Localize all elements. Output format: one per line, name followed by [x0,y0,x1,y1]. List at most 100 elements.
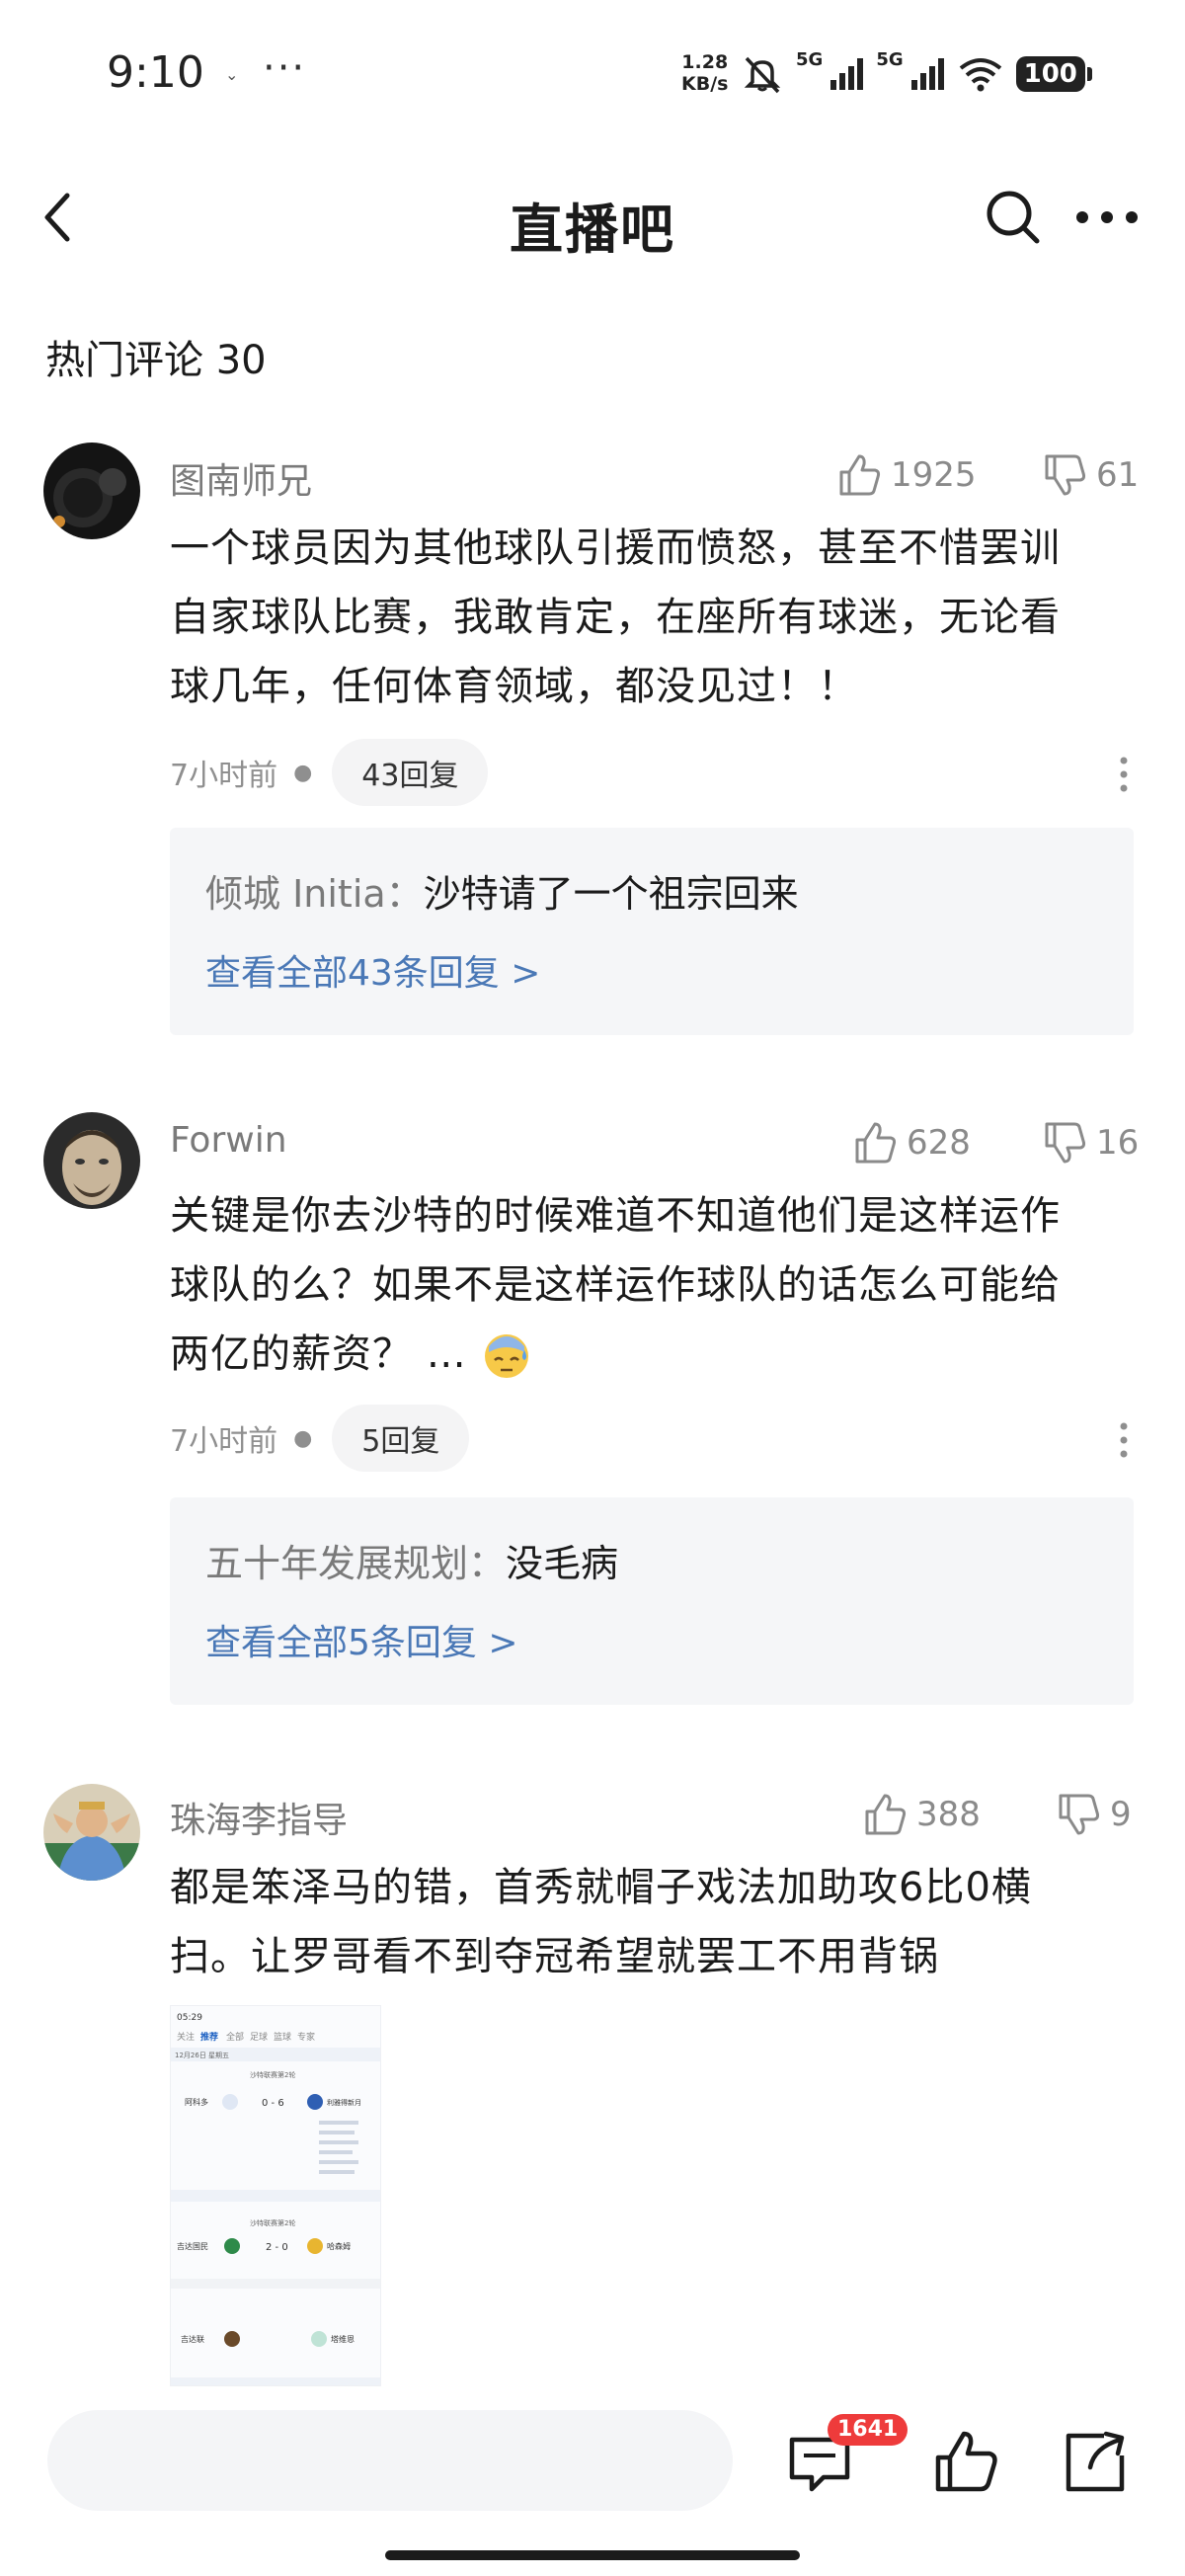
reply-preview[interactable]: 五十年发展规划：没毛病 查看全部5条回复 > [170,1497,1134,1705]
like-button[interactable]: 1925 [837,452,977,498]
comment-more-icon[interactable] [1112,1420,1136,1460]
comment-count-badge: 1641 [828,2414,908,2446]
signal-2-label: 5G [876,49,904,70]
reply-line: 五十年发展规划：没毛病 [205,1533,618,1587]
status-icons: 5G 5G 100 [741,49,1092,99]
avatar[interactable] [43,443,140,539]
comment-meta: 7小时前 ● 5回复 [170,1405,470,1472]
home-indicator [385,2550,800,2560]
sweat-emoji-icon [484,1334,528,1378]
signal-1-label: 5G [796,49,824,70]
thumbs-up-icon [855,1122,897,1164]
comment-input[interactable] [47,2410,733,2511]
username[interactable]: 图南师兄 [170,452,312,504]
like-count: 1925 [891,455,977,495]
net-speed-value: 1.28 [681,51,729,73]
bottom-bar: 1641 [0,2390,1185,2576]
comment-text: 都是笨泽马的错，首秀就帽子戏法加助攻6比0横 扫。让罗哥看不到夺冠希望就罢工不用… [170,1853,1138,1991]
signal-1-icon [830,58,864,90]
dislike-button[interactable]: 61 [1043,452,1139,498]
username[interactable]: Forwin [170,1120,287,1161]
svg-text:关注: 关注 [177,2031,195,2043]
svg-text:塔维恩: 塔维恩 [331,2334,355,2344]
thumbs-up-icon [839,454,881,496]
more-icon[interactable] [1072,198,1142,237]
notification-icon: ⌄ [225,65,239,84]
reply-author: 五十年发展规划： [205,1542,507,1585]
status-more-dots: ··· [263,45,307,91]
like-icon[interactable] [930,2426,1001,2497]
svg-text:专家: 专家 [297,2031,315,2043]
comment-meta: 7小时前 ● 43回复 [170,739,489,806]
svg-text:哈森姆: 哈森姆 [327,2241,351,2251]
battery-level: 100 [1015,56,1085,92]
reply-line: 倾城 Initia：沙特请了一个祖宗回来 [205,863,799,918]
reply-text: 没毛病 [506,1542,619,1585]
comment-line: 都是笨泽马的错，首秀就帽子戏法加助攻6比0横 [170,1865,1032,1910]
like-count: 388 [916,1795,981,1834]
nav-bar: 直播吧 [0,168,1185,267]
status-bar: 9:10 ⌄ ··· 1.28 KB/s 5G 5G 100 [0,0,1185,148]
svg-text:吉达国民: 吉达国民 [177,2241,208,2251]
search-icon[interactable] [982,186,1045,249]
dislike-count: 16 [1096,1123,1140,1163]
avatar[interactable] [43,1112,140,1209]
reply-text: 沙特请了一个祖宗回来 [423,872,799,916]
svg-text:0 - 6: 0 - 6 [262,2098,284,2109]
wifi-icon [959,58,1001,92]
avatar[interactable] [43,1784,140,1881]
net-speed: 1.28 KB/s [681,51,728,95]
share-icon[interactable] [1061,2426,1132,2497]
thumbs-down-icon [1059,1794,1100,1835]
section-title: 热门评论 30 [45,338,267,383]
thumbnail-content: 05:29 关注 推荐 全部 足球 篮球 专家 12月26日 星期五 沙特联赛第… [171,2013,380,2385]
svg-text:沙特联赛第2轮: 沙特联赛第2轮 [250,2070,295,2079]
dislike-button[interactable]: 9 [1057,1792,1132,1837]
comment-line: 扫。让罗哥看不到夺冠希望就罢工不用背锅 [170,1934,939,1979]
comment-line: 自家球队比赛，我敢肯定，在座所有球迷，无论看 [170,595,1061,640]
thumbs-down-icon [1045,1122,1086,1164]
net-speed-unit: KB/s [681,73,729,95]
svg-text:2 - 0: 2 - 0 [266,2242,288,2253]
thumbs-down-icon [1045,454,1086,496]
comment-line: 一个球员因为其他球队引援而愤怒，甚至不惜罢训 [170,525,1061,571]
signal-2-icon [910,58,944,90]
comment-text: 关键是你去沙特的时候难道不知道他们是这样运作 球队的么？如果不是这样运作球队的话… [170,1181,1138,1389]
comment-time: 7小时前 [170,1424,278,1459]
username[interactable]: 珠海李指导 [170,1792,348,1843]
svg-text:推荐: 推荐 [200,2031,218,2043]
like-button[interactable]: 628 [853,1120,971,1166]
thumbnail-tabs: 关注 推荐 全部 足球 篮球 专家 [177,2031,315,2043]
comment-text: 一个球员因为其他球队引援而愤怒，甚至不惜罢训 自家球队比赛，我敢肯定，在座所有球… [170,514,1138,721]
view-all-replies-link[interactable]: 查看全部5条回复 > [205,1614,518,1665]
comment-line: 两亿的薪资？ … [170,1320,1138,1389]
svg-text:12月26日 星期五: 12月26日 星期五 [175,2052,229,2059]
like-count: 628 [907,1123,971,1163]
dislike-button[interactable]: 16 [1043,1120,1139,1166]
svg-text:全部: 全部 [226,2031,244,2043]
reply-count-button[interactable]: 43回复 [332,739,489,806]
dislike-count: 9 [1110,1795,1132,1834]
battery-icon: 100 [1015,56,1092,92]
comment-image-thumbnail[interactable]: 05:29 关注 推荐 全部 足球 篮球 专家 12月26日 星期五 沙特联赛第… [170,2005,381,2386]
svg-text:吉达联: 吉达联 [181,2334,204,2344]
svg-text:05:29: 05:29 [177,2013,202,2023]
comment-line: 球队的么？如果不是这样运作球队的话怎么可能给 [170,1262,1061,1308]
svg-text:阿科多: 阿科多 [185,2097,208,2107]
status-time: 9:10 [107,47,204,98]
dislike-count: 61 [1096,455,1140,495]
reply-preview[interactable]: 倾城 Initia：沙特请了一个祖宗回来 查看全部43条回复 > [170,828,1134,1035]
comment-line: 关键是你去沙特的时候难道不知道他们是这样运作 [170,1193,1061,1239]
mute-icon [744,56,781,94]
view-all-replies-link[interactable]: 查看全部43条回复 > [205,944,540,996]
comment-more-icon[interactable] [1112,755,1136,794]
thumbs-up-icon [865,1794,907,1835]
svg-text:沙特联赛第2轮: 沙特联赛第2轮 [250,2218,295,2227]
svg-text:篮球: 篮球 [274,2031,291,2043]
reply-author: 倾城 Initia： [205,872,424,916]
like-button[interactable]: 388 [863,1792,981,1837]
comment-time: 7小时前 [170,759,278,793]
svg-text:足球: 足球 [250,2031,268,2043]
reply-count-button[interactable]: 5回复 [332,1405,470,1472]
svg-text:利雅得新月: 利雅得新月 [327,2098,361,2107]
